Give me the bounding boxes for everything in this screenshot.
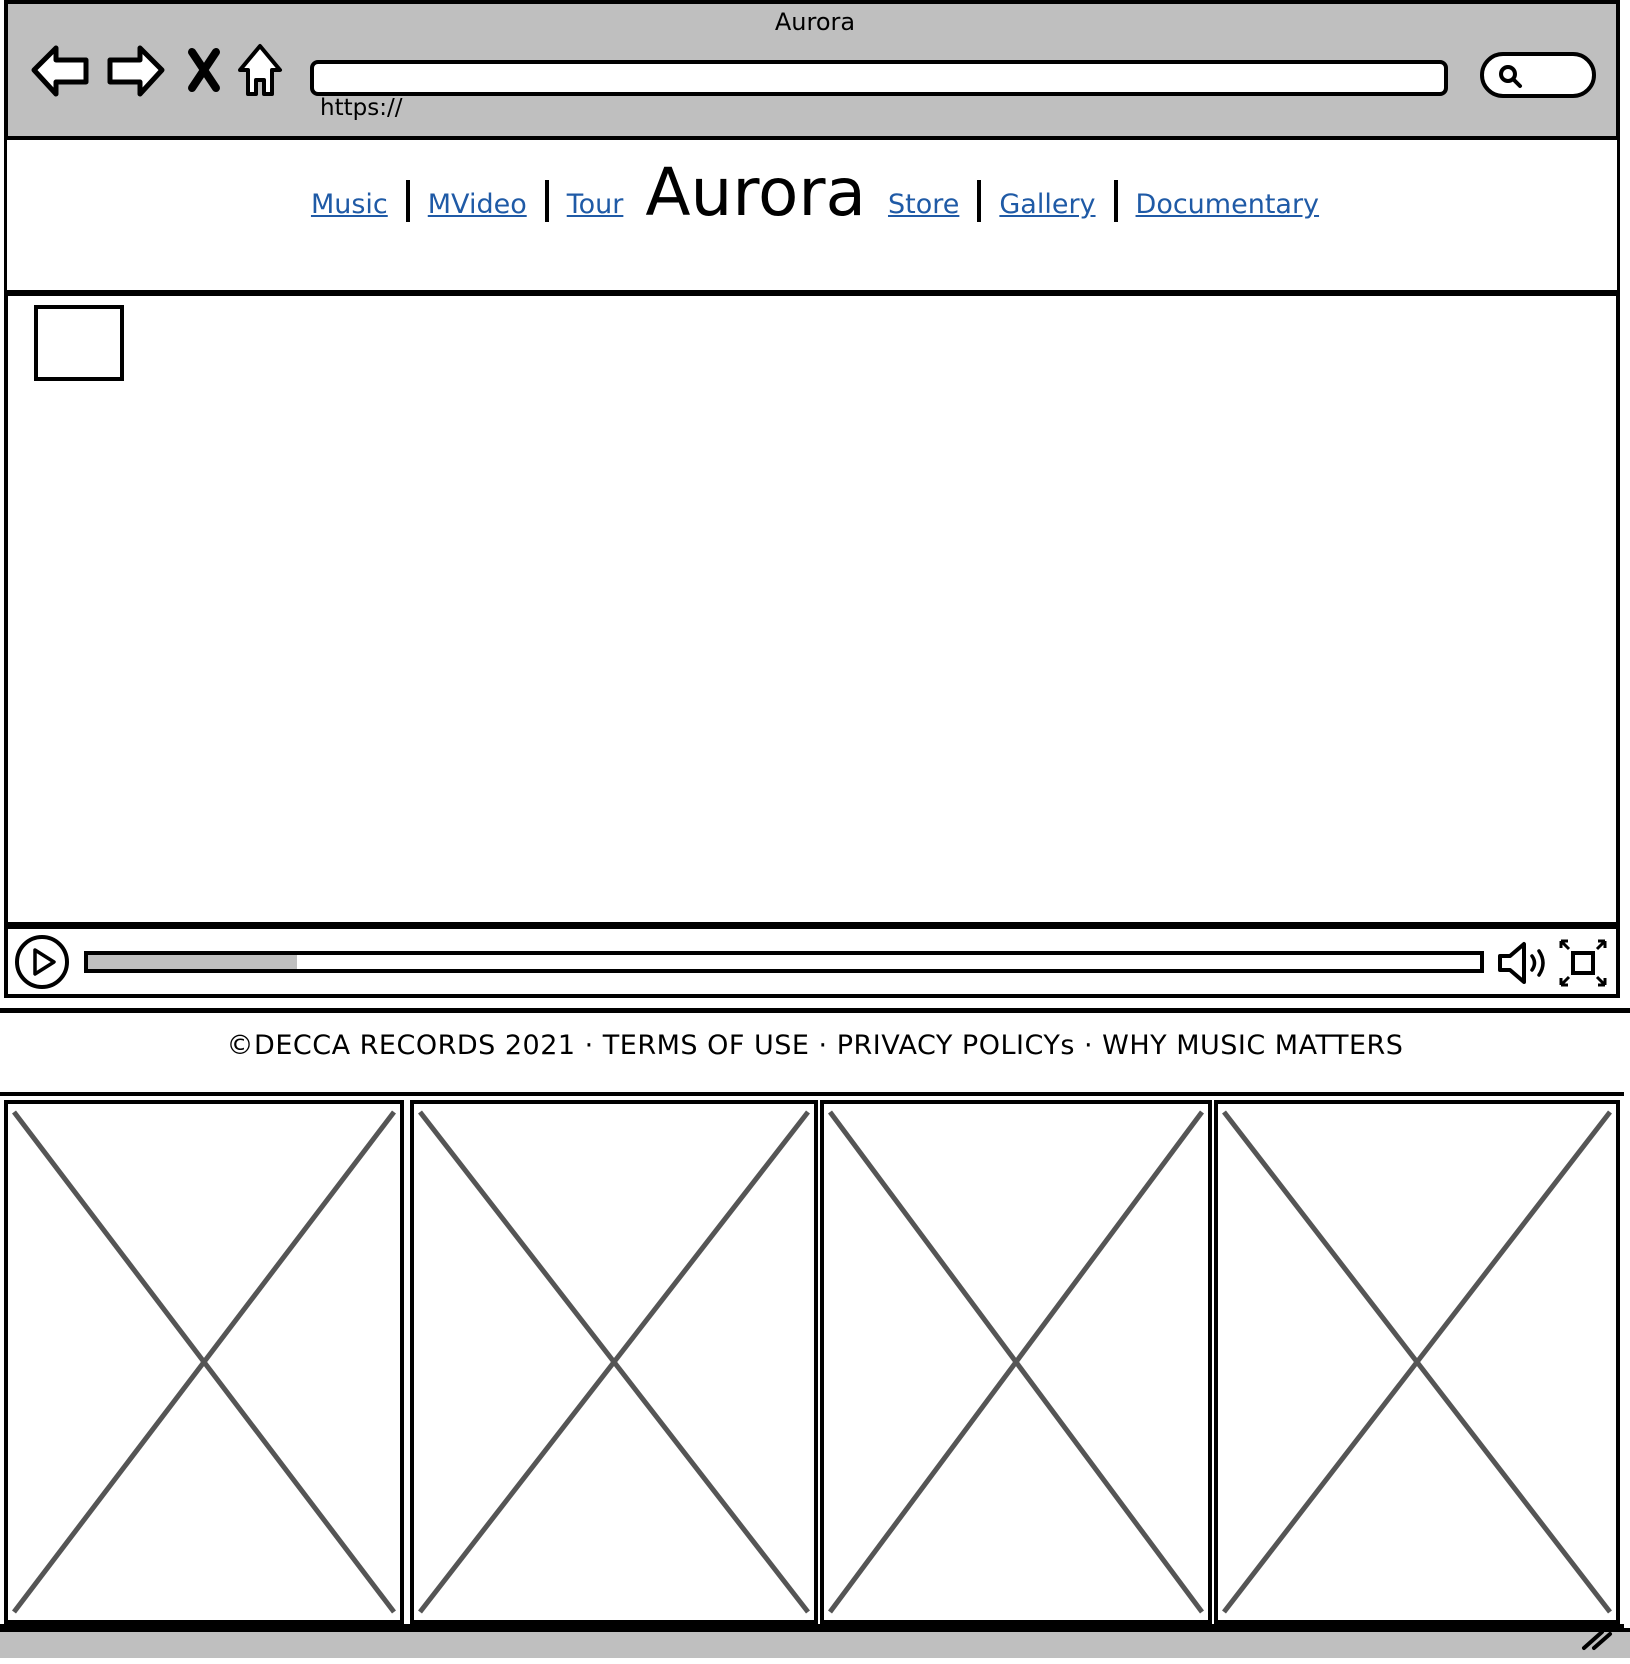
fullscreen-icon[interactable] — [1558, 938, 1608, 988]
window-title: Aurora — [774, 8, 856, 36]
nav-link-tour[interactable]: Tour — [567, 189, 624, 226]
nav-link-store[interactable]: Store — [888, 189, 959, 226]
main-nav: Music MVideo Tour Aurora Store Gallery D… — [0, 160, 1630, 226]
address-bar-text: https:// — [320, 95, 403, 121]
forward-arrow-icon[interactable] — [107, 45, 165, 97]
footer-links[interactable]: ©DECCA RECORDS 2021 · TERMS OF USE · PRI… — [0, 1030, 1630, 1061]
browser-nav-buttons — [31, 44, 282, 97]
resize-grip-icon[interactable] — [1580, 1622, 1616, 1652]
browser-status-bar — [0, 1628, 1630, 1658]
site-brand: Aurora — [645, 154, 866, 231]
nav-link-music[interactable]: Music — [311, 189, 388, 226]
gallery-image-placeholder[interactable] — [820, 1100, 1212, 1624]
search-input[interactable] — [1480, 52, 1596, 98]
nav-separator — [977, 180, 982, 222]
search-icon — [1499, 65, 1522, 88]
nav-link-mvideo[interactable]: MVideo — [428, 189, 527, 226]
nav-link-gallery[interactable]: Gallery — [999, 189, 1095, 226]
play-icon[interactable] — [14, 934, 72, 992]
close-icon[interactable] — [188, 48, 220, 92]
divider — [0, 1008, 1630, 1013]
home-icon[interactable] — [238, 44, 282, 96]
nav-separator — [544, 180, 549, 222]
back-arrow-icon[interactable] — [31, 45, 89, 97]
address-bar[interactable] — [310, 60, 1448, 96]
nav-link-documentary[interactable]: Documentary — [1136, 189, 1320, 226]
gallery-image-placeholder[interactable] — [410, 1100, 818, 1624]
nav-separator — [1113, 180, 1118, 222]
video-thumbnail — [34, 305, 124, 381]
video-progress-bar[interactable] — [84, 951, 1484, 973]
nav-separator — [405, 180, 410, 222]
gallery-image-placeholder[interactable] — [1214, 1100, 1620, 1624]
video-player[interactable] — [4, 292, 1620, 926]
video-progress-fill — [88, 955, 297, 969]
gallery-image-placeholder[interactable] — [4, 1100, 404, 1624]
volume-icon[interactable] — [1496, 938, 1552, 988]
